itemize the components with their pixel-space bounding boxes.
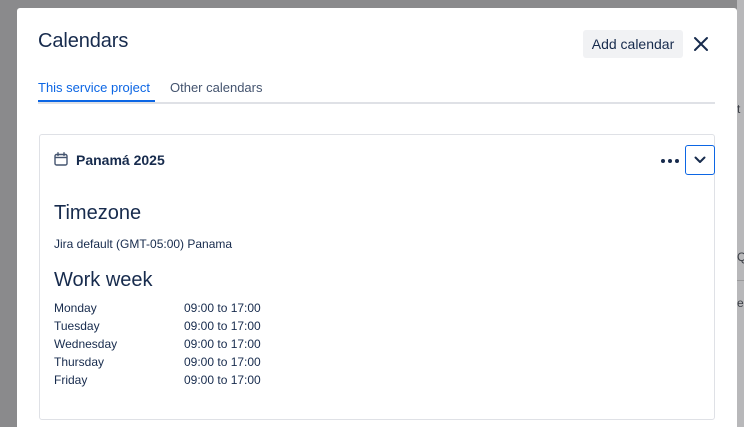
work-week-day: Thursday xyxy=(54,355,105,369)
calendar-tabs: This service project Other calendars xyxy=(38,80,715,104)
calendar-icon xyxy=(54,152,68,171)
work-week-hours: 09:00 to 17:00 xyxy=(184,373,261,387)
tab-other-calendars[interactable]: Other calendars xyxy=(170,80,263,95)
background-divider xyxy=(737,280,744,281)
work-week-day: Wednesday xyxy=(54,337,118,351)
work-week-day: Friday xyxy=(54,373,88,387)
more-actions-button[interactable] xyxy=(658,151,682,171)
close-icon xyxy=(694,37,708,51)
background-text-fragment: e xyxy=(737,296,744,310)
work-week-hours: 09:00 to 17:00 xyxy=(184,337,261,351)
calendars-modal: Calendars Add calendar This service proj… xyxy=(17,8,737,427)
calendar-name: Panamá 2025 xyxy=(76,152,165,168)
background-page-edge xyxy=(737,0,744,427)
close-button[interactable] xyxy=(689,32,713,56)
expand-calendar-button[interactable] xyxy=(685,145,715,175)
work-week-hours: 09:00 to 17:00 xyxy=(184,355,261,369)
background-text-fragment: Q xyxy=(737,250,744,264)
work-week-list: Monday 09:00 to 17:00 Tuesday 09:00 to 1… xyxy=(54,301,354,391)
active-tab-indicator xyxy=(38,100,155,102)
work-week-heading: Work week xyxy=(54,269,153,291)
modal-title: Calendars xyxy=(38,30,129,52)
chevron-down-icon xyxy=(694,156,706,163)
tab-this-service-project[interactable]: This service project xyxy=(38,80,150,95)
work-week-row: Tuesday 09:00 to 17:00 xyxy=(54,319,354,337)
timezone-heading: Timezone xyxy=(54,202,142,224)
work-week-day: Tuesday xyxy=(54,319,100,333)
add-calendar-button[interactable]: Add calendar xyxy=(583,30,683,58)
work-week-row: Wednesday 09:00 to 17:00 xyxy=(54,337,354,355)
background-text-fragment: t xyxy=(737,102,741,116)
more-horizontal-icon xyxy=(661,159,679,163)
timezone-value: Jira default (GMT-05:00) Panama xyxy=(54,237,233,251)
work-week-day: Monday xyxy=(54,301,97,315)
work-week-row: Monday 09:00 to 17:00 xyxy=(54,301,354,319)
work-week-hours: 09:00 to 17:00 xyxy=(184,301,261,315)
calendar-card: Panamá 2025 Timezone Jira default (GMT-0… xyxy=(39,134,715,420)
work-week-hours: 09:00 to 17:00 xyxy=(184,319,261,333)
work-week-row: Thursday 09:00 to 17:00 xyxy=(54,355,354,373)
work-week-row: Friday 09:00 to 17:00 xyxy=(54,373,354,391)
